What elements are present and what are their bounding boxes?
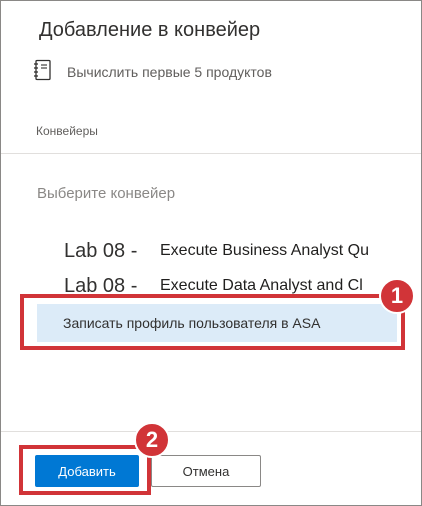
footer-divider [1,431,421,432]
callout-badge: 2 [134,422,170,458]
notebook-row: Вычислить первые 5 продуктов [33,59,272,85]
callout-highlight-box [20,294,405,350]
pipeline-prefix: Lab 08 - [64,239,138,262]
notebook-name: Вычислить первые 5 продуктов [67,64,272,80]
callout-badge: 1 [379,278,415,314]
divider [1,153,421,154]
cancel-button[interactable]: Отмена [151,455,261,487]
callout-highlight-box [19,445,151,495]
notebook-icon [33,59,53,86]
pipeline-name: Execute Business Analyst Qu [160,242,369,259]
pipelines-section-label: Конвейеры [36,124,98,138]
pipeline-option[interactable]: Lab 08 - Execute Business Analyst Qu [64,234,384,268]
pipeline-select-placeholder: Выберите конвейер [37,185,176,202]
panel-title: Добавление в конвейер [39,19,261,41]
pipeline-name: Execute Data Analyst and Cl [160,277,363,294]
add-to-pipeline-panel: Добавление в конвейер Вычислить первые 5… [0,0,422,506]
